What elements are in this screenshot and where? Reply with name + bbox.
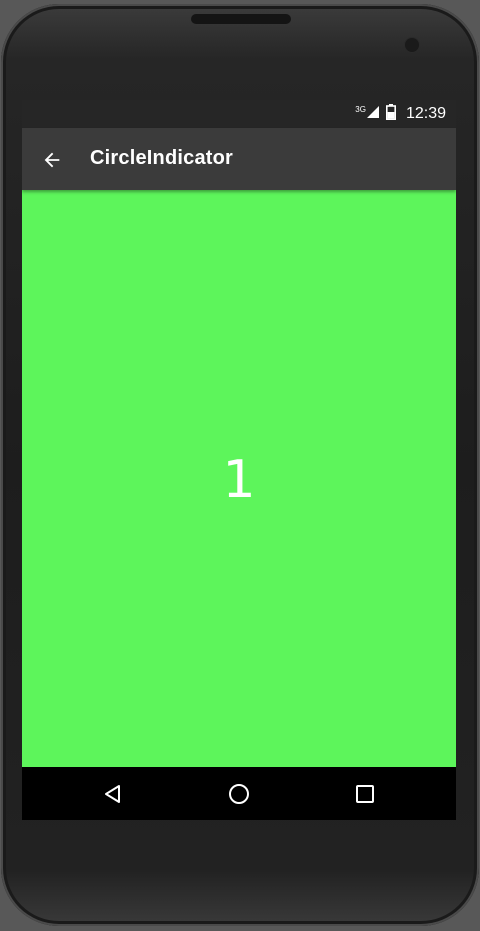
arrow-left-icon	[44, 152, 60, 168]
back-button[interactable]	[34, 142, 70, 178]
circle-home-icon	[229, 784, 249, 804]
navigation-bar	[22, 767, 456, 820]
nav-home-button[interactable]	[224, 779, 254, 809]
triangle-back-icon	[105, 785, 120, 803]
battery-icon	[385, 103, 396, 125]
screen: 3G 12:39 CircleIndicator 1	[22, 100, 456, 820]
network-type-label: 3G	[355, 104, 366, 114]
earpiece-speaker	[191, 14, 291, 24]
nav-back-button[interactable]	[98, 779, 128, 809]
device-frame: 3G 12:39 CircleIndicator 1	[0, 0, 480, 931]
view-pager[interactable]: 1	[22, 190, 456, 788]
signal-icon	[366, 105, 380, 124]
nav-recents-button[interactable]	[350, 779, 380, 809]
square-recents-icon	[356, 785, 374, 803]
front-camera	[405, 38, 419, 52]
app-bar: CircleIndicator	[22, 128, 456, 190]
app-title: CircleIndicator	[90, 147, 234, 169]
status-bar: 3G 12:39	[22, 100, 456, 128]
status-icons: 3G 12:39	[355, 100, 446, 128]
status-clock: 12:39	[405, 105, 446, 122]
page-number: 1	[222, 450, 256, 510]
